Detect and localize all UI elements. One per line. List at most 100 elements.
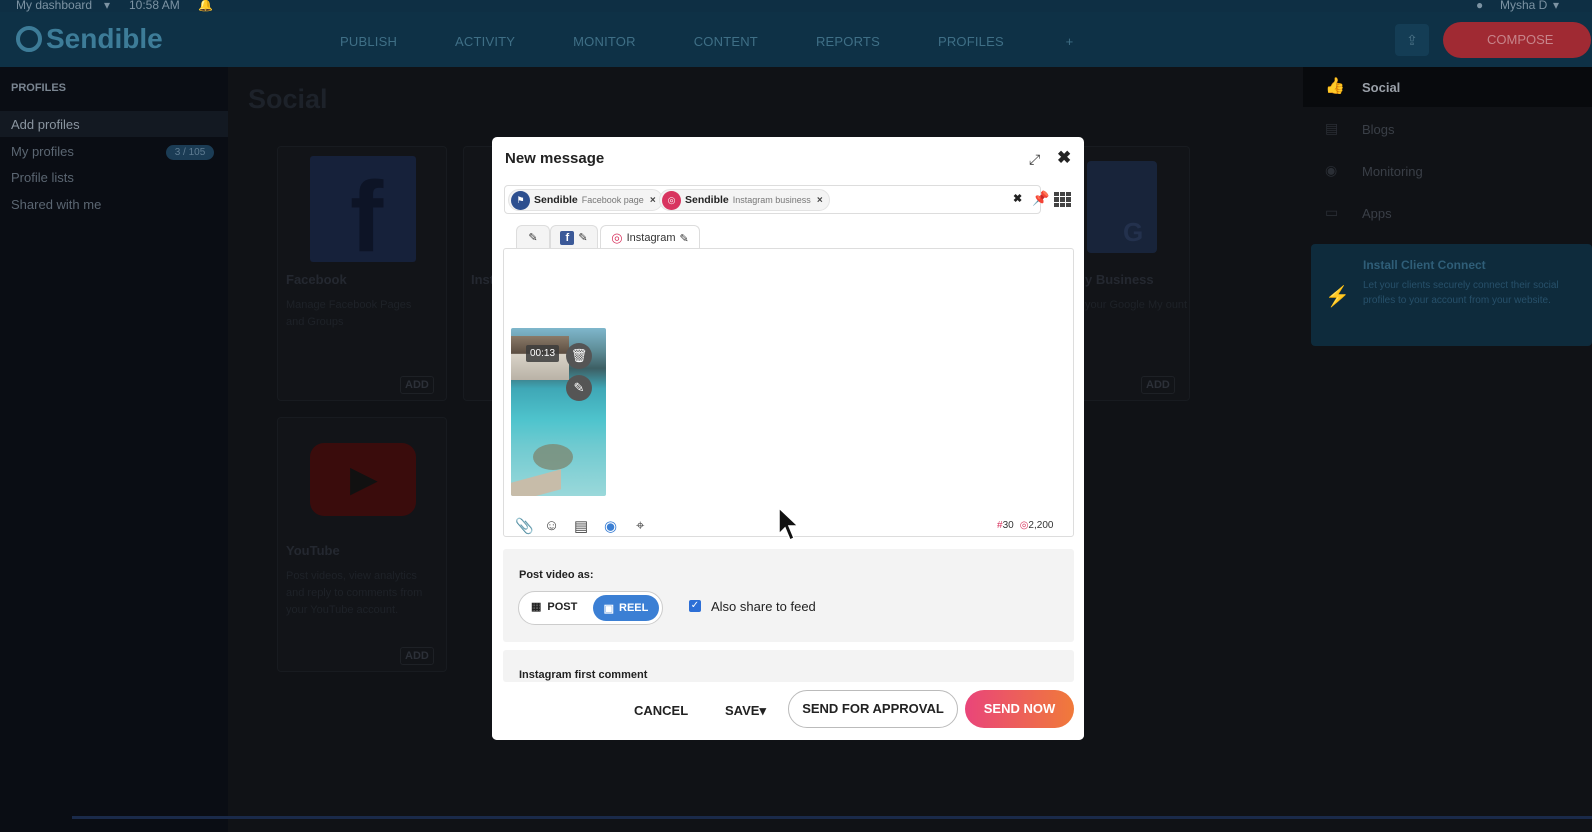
remove-profile-icon[interactable]: × — [817, 195, 823, 206]
grid-icon: ▦ — [531, 601, 542, 613]
blog-icon: ▤ — [1325, 120, 1339, 136]
google-business-icon: G — [1087, 161, 1157, 253]
card-title: Inst — [471, 272, 495, 287]
nav-activity[interactable]: ACTIVITY — [455, 34, 515, 49]
rp-item-apps[interactable]: Apps — [1362, 206, 1392, 221]
char-counter: ◎2,200 — [1019, 520, 1054, 531]
client-connect-box[interactable]: ⚡ Install Client Connect Let your client… — [1311, 244, 1592, 346]
plug-icon: ⚡ — [1325, 286, 1350, 308]
sendible-logo[interactable]: Sendible — [16, 23, 163, 55]
save-label: SAVE — [725, 703, 760, 718]
compose-button[interactable]: COMPOSE — [1443, 22, 1591, 58]
youtube-logo-icon: ▶ — [310, 443, 416, 516]
cancel-button[interactable]: CANCEL — [634, 703, 688, 718]
add-button[interactable]: ADD — [400, 647, 434, 665]
pencil-icon: ✎ — [528, 232, 538, 244]
tab-facebook[interactable]: f ✎ — [550, 225, 598, 249]
profiles-count-badge: 3 / 105 — [166, 145, 214, 160]
post-video-as-label: Post video as: — [519, 569, 594, 581]
nav-publish[interactable]: PUBLISH — [340, 34, 397, 49]
user-avatar-icon[interactable]: ● — [1476, 0, 1483, 12]
post-option[interactable]: ▦ POST — [531, 600, 578, 614]
expand-icon[interactable]: ⤢ — [1029, 151, 1040, 168]
pin-icon[interactable]: 📌 — [1032, 190, 1049, 207]
card-desc: your Google My ount — [1085, 299, 1188, 311]
reel-option[interactable]: ▣ REEL — [593, 595, 659, 621]
library-icon[interactable]: ▤ — [574, 517, 588, 535]
emoji-icon[interactable]: ☺ — [544, 517, 559, 534]
sidebar-item-profile-lists[interactable]: Profile lists — [11, 170, 74, 185]
sidebar-item-my-profiles[interactable]: My profiles — [11, 144, 74, 159]
rp-item-blogs[interactable]: Blogs — [1362, 122, 1395, 137]
new-message-modal: New message ⤢ ✖ ⚑ Sendible Facebook page… — [492, 137, 1084, 740]
post-type-toggle: ▦ POST ▣ REEL — [518, 591, 663, 625]
send-for-approval-button[interactable]: SEND FOR APPROVAL — [788, 690, 958, 728]
nav-profiles[interactable]: PROFILES + — [938, 34, 1074, 49]
thumbs-up-icon: 👍 — [1325, 78, 1345, 95]
google-business-card[interactable]: G y Business your Google My ount ADD — [1080, 146, 1190, 401]
rp-item-monitoring[interactable]: Monitoring — [1362, 164, 1423, 179]
bottom-progress-bar — [72, 816, 1592, 819]
upload-icon[interactable]: ⇪ — [1395, 24, 1429, 56]
youtube-card[interactable]: ▶ YouTube Post videos, view analytics an… — [277, 417, 447, 672]
sidebar: PROFILES Add profiles My profiles 3 / 10… — [0, 67, 228, 832]
chevron-down-icon: ▾ — [1553, 0, 1560, 12]
first-comment-section[interactable]: Instagram first comment — [503, 650, 1074, 682]
remove-profile-icon[interactable]: × — [650, 195, 656, 206]
clock-time: 10:58 AM — [129, 0, 180, 12]
add-button[interactable]: ADD — [1141, 376, 1175, 394]
nav-content[interactable]: CONTENT — [694, 34, 758, 49]
top-strip: My dashboard ▾ 10:58 AM 🔔 ● Mysha D ▾ — [0, 0, 1592, 12]
clear-all-icon[interactable]: ✖ — [1013, 192, 1022, 205]
instagram-icon: ◎ — [611, 230, 623, 245]
eye-icon: ◉ — [1325, 162, 1338, 178]
profile-chip-instagram[interactable]: ◎ Sendible Instagram business × — [659, 189, 830, 211]
card-desc: Post videos, view analytics and reply to… — [286, 570, 423, 616]
save-button[interactable]: SAVE▾ — [725, 703, 766, 719]
rp-item-social[interactable]: Social — [1362, 80, 1400, 95]
grid-icon[interactable] — [1054, 192, 1071, 207]
attach-icon[interactable]: 📎 — [515, 517, 534, 535]
tab-label: Instagram — [626, 232, 676, 244]
also-share-label: Also share to feed — [711, 599, 816, 614]
chip-type: Facebook page — [581, 195, 644, 205]
instagram-icon: ◎ — [662, 190, 681, 210]
flag-icon: ⚑ — [511, 190, 530, 210]
tab-instagram[interactable]: ◎ Instagram ✎ — [600, 225, 700, 250]
compose-label: COMPOSE — [1487, 32, 1554, 47]
logo-text: Sendible — [46, 23, 163, 54]
chip-name: Sendible — [685, 194, 729, 206]
send-now-button[interactable]: SEND NOW — [965, 690, 1074, 728]
navbar: Sendible PUBLISH ACTIVITY MONITOR CONTEN… — [0, 12, 1592, 67]
sidebar-item-add-profiles[interactable]: Add profiles — [11, 117, 80, 132]
tab-general[interactable]: ✎ — [516, 225, 550, 249]
connect-desc: Let your clients securely connect their … — [1363, 280, 1559, 306]
reel-label: REEL — [619, 602, 649, 614]
post-label: POST — [547, 600, 578, 613]
preview-eye-icon[interactable]: ◉ — [604, 517, 617, 535]
video-thumbnail[interactable]: 00:13 🗑 ✎ — [511, 328, 606, 496]
also-share-checkbox[interactable]: ✓ — [689, 600, 701, 612]
profile-chip-facebook[interactable]: ⚑ Sendible Facebook page × — [508, 189, 663, 211]
nav-monitor[interactable]: MONITOR — [573, 34, 636, 49]
message-editor[interactable]: 00:13 🗑 ✎ 📎 ☺ ▤ ◉ ⌖ #30 ◎2,200 — [503, 248, 1074, 537]
dashboard-switcher[interactable]: My dashboard — [16, 0, 92, 12]
bell-icon[interactable]: 🔔 — [198, 0, 213, 12]
connect-title: Install Client Connect — [1363, 258, 1486, 272]
post-video-as-section: Post video as: ▦ POST ▣ REEL ✓ Also shar… — [503, 549, 1074, 642]
page-title: Social — [248, 84, 328, 114]
edit-link-icon[interactable]: ✎ — [566, 375, 592, 401]
right-panel-selected — [1303, 67, 1592, 107]
user-name[interactable]: Mysha D — [1500, 0, 1547, 12]
profile-selector[interactable]: ⚑ Sendible Facebook page × ◎ Sendible In… — [504, 185, 1049, 214]
card-title: Facebook — [286, 272, 347, 287]
sidebar-item-shared[interactable]: Shared with me — [11, 197, 101, 212]
facebook-card[interactable]: f Facebook Manage Facebook Pages and Gro… — [277, 146, 447, 401]
location-pin-icon[interactable]: ⌖ — [636, 517, 644, 534]
main-nav: PUBLISH ACTIVITY MONITOR CONTENT REPORTS… — [340, 34, 1131, 49]
nav-reports[interactable]: REPORTS — [816, 34, 880, 49]
trash-icon[interactable]: 🗑 — [566, 343, 592, 369]
card-title: y Business — [1085, 272, 1154, 287]
close-icon[interactable]: ✖ — [1057, 148, 1071, 168]
add-button[interactable]: ADD — [400, 376, 434, 394]
